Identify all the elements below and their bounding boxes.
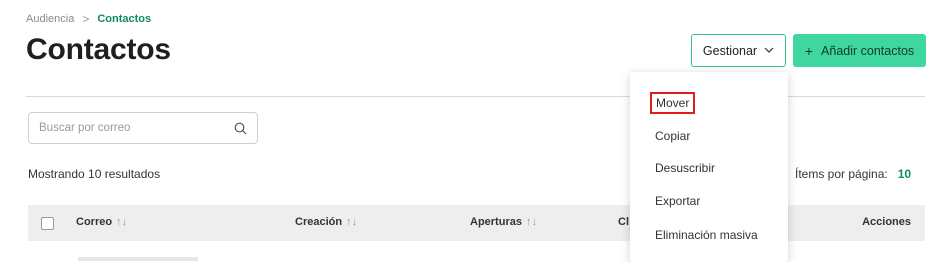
add-contacts-label: Añadir contactos	[821, 43, 915, 58]
contacts-page: Audiencia > Contactos Contactos Gestiona…	[0, 0, 939, 262]
column-label: Correo	[76, 216, 113, 228]
column-label: Creación	[295, 216, 343, 228]
column-header-email[interactable]: Correo ↑↓	[76, 216, 127, 228]
manage-dropdown-menu: Mover Copiar Desuscribir Exportar Elimin…	[630, 72, 788, 262]
manage-button[interactable]: Gestionar	[691, 34, 786, 67]
column-label: Cl	[618, 216, 629, 228]
column-label: Acciones	[862, 216, 911, 228]
column-header-actions: Acciones	[862, 216, 911, 228]
manage-button-label: Gestionar	[702, 43, 758, 58]
per-page-select[interactable]: 10	[898, 167, 911, 181]
column-header-clicks[interactable]: Cl	[618, 216, 629, 228]
search-input[interactable]	[39, 122, 209, 134]
menu-item-copy[interactable]: Copiar	[655, 129, 690, 143]
breadcrumb: Audiencia > Contactos	[26, 12, 151, 26]
chevron-down-icon	[764, 45, 774, 56]
select-all-checkbox[interactable]	[41, 217, 54, 230]
search-field[interactable]	[28, 112, 258, 144]
sort-icon[interactable]: ↑↓	[346, 216, 357, 228]
add-contacts-button[interactable]: + Añadir contactos	[793, 34, 926, 67]
column-header-created[interactable]: Creación ↑↓	[295, 216, 357, 228]
menu-item-move[interactable]: Mover	[650, 92, 696, 114]
breadcrumb-root[interactable]: Audiencia	[26, 13, 74, 25]
column-header-opens[interactable]: Aperturas ↑↓	[470, 216, 537, 228]
page-title: Contactos	[26, 33, 171, 66]
search-icon[interactable]	[234, 122, 247, 135]
table-row	[28, 248, 925, 262]
table-header: Correo ↑↓ Creación ↑↓ Aperturas ↑↓ Cl Accio…	[28, 205, 925, 241]
breadcrumb-current: Contactos	[97, 13, 152, 25]
column-label: Aperturas	[470, 216, 522, 228]
per-page-label: Ítems por página:	[795, 167, 888, 181]
menu-item-export[interactable]: Exportar	[655, 194, 700, 208]
header-divider	[26, 96, 925, 97]
plus-icon: +	[804, 42, 814, 59]
sort-icon[interactable]: ↑↓	[116, 216, 127, 228]
sort-icon[interactable]: ↑↓	[526, 216, 537, 228]
menu-item-bulk-delete[interactable]: Eliminación masiva	[655, 228, 758, 242]
results-count: Mostrando 10 resultados	[28, 167, 161, 181]
breadcrumb-separator: >	[82, 12, 90, 26]
menu-item-unsubscribe[interactable]: Desuscribir	[655, 161, 715, 175]
items-per-page: Ítems por página: 10	[795, 167, 911, 181]
